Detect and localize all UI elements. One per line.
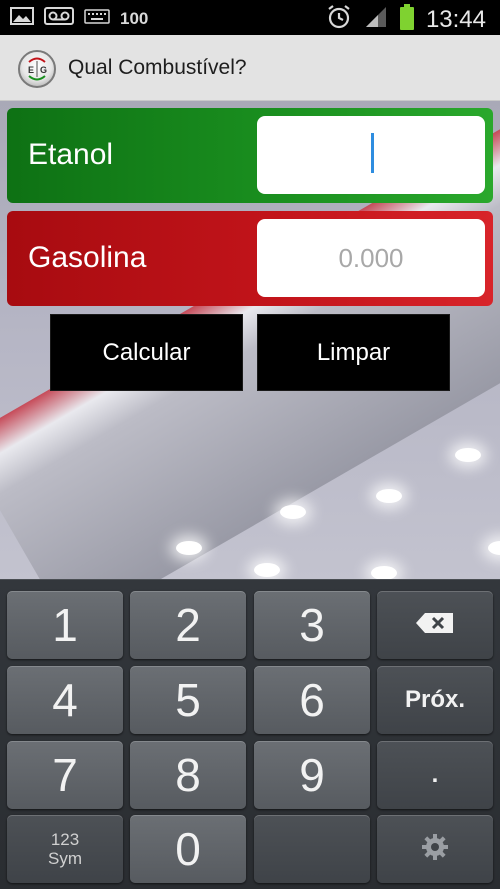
- battery-icon: [399, 4, 414, 35]
- next-key[interactable]: Próx.: [377, 666, 493, 734]
- calcular-button[interactable]: Calcular: [50, 314, 243, 391]
- key-3[interactable]: 3: [254, 591, 370, 659]
- settings-key[interactable]: [377, 815, 493, 883]
- svg-text:G: G: [40, 65, 47, 75]
- key-4[interactable]: 4: [7, 666, 123, 734]
- gallery-icon: [10, 6, 34, 31]
- status-bar-notifications: 100: [10, 6, 148, 31]
- numeric-keyboard: 1 2 3 4 5 6 Próx. 7 8 9 . 123 Sym 0: [0, 579, 500, 889]
- clock: 13:44: [425, 5, 486, 33]
- key-8[interactable]: 8: [130, 741, 246, 809]
- keyboard-icon: [84, 6, 110, 31]
- status-bar: 100 13:44: [0, 0, 500, 35]
- ceiling-light: [455, 448, 481, 462]
- key-0[interactable]: 0: [130, 815, 246, 883]
- key-5[interactable]: 5: [130, 666, 246, 734]
- gasolina-label: Gasolina: [28, 241, 147, 274]
- backspace-key[interactable]: [377, 591, 493, 659]
- ceiling-light: [376, 489, 402, 503]
- ceiling-light: [254, 563, 280, 577]
- ceiling-light: [280, 505, 306, 519]
- key-7[interactable]: 7: [7, 741, 123, 809]
- ceiling-light: [176, 541, 202, 555]
- key-2[interactable]: 2: [130, 591, 246, 659]
- key-1[interactable]: 1: [7, 591, 123, 659]
- voicemail-icon: [44, 6, 74, 31]
- key-9[interactable]: 9: [254, 741, 370, 809]
- space-key[interactable]: [254, 815, 370, 883]
- etanol-label: Etanol: [28, 138, 114, 171]
- notification-count: 100: [120, 8, 149, 28]
- gear-icon: [420, 832, 450, 867]
- symbols-key-label-top: 123: [50, 830, 80, 849]
- signal-icon: [364, 6, 388, 33]
- status-bar-system: 13:44: [326, 4, 486, 35]
- alarm-icon: [326, 4, 352, 35]
- gasolina-input[interactable]: [257, 219, 485, 297]
- ceiling-light: [488, 541, 500, 555]
- backspace-icon: [415, 611, 455, 640]
- etanol-row: Etanol: [7, 108, 493, 203]
- app-bar: E G Qual Combustível?: [0, 35, 500, 101]
- app-logo: E G: [18, 50, 56, 88]
- gasolina-row: Gasolina: [7, 211, 493, 306]
- text-cursor: [371, 133, 374, 173]
- limpar-button[interactable]: Limpar: [257, 314, 450, 391]
- ceiling-light: [371, 566, 397, 580]
- svg-text:E: E: [28, 65, 34, 75]
- dot-key[interactable]: .: [377, 741, 493, 809]
- app-title: Qual Combustível?: [68, 56, 247, 79]
- symbols-key[interactable]: 123 Sym: [7, 815, 123, 883]
- key-6[interactable]: 6: [254, 666, 370, 734]
- symbols-key-label-bottom: Sym: [48, 849, 82, 868]
